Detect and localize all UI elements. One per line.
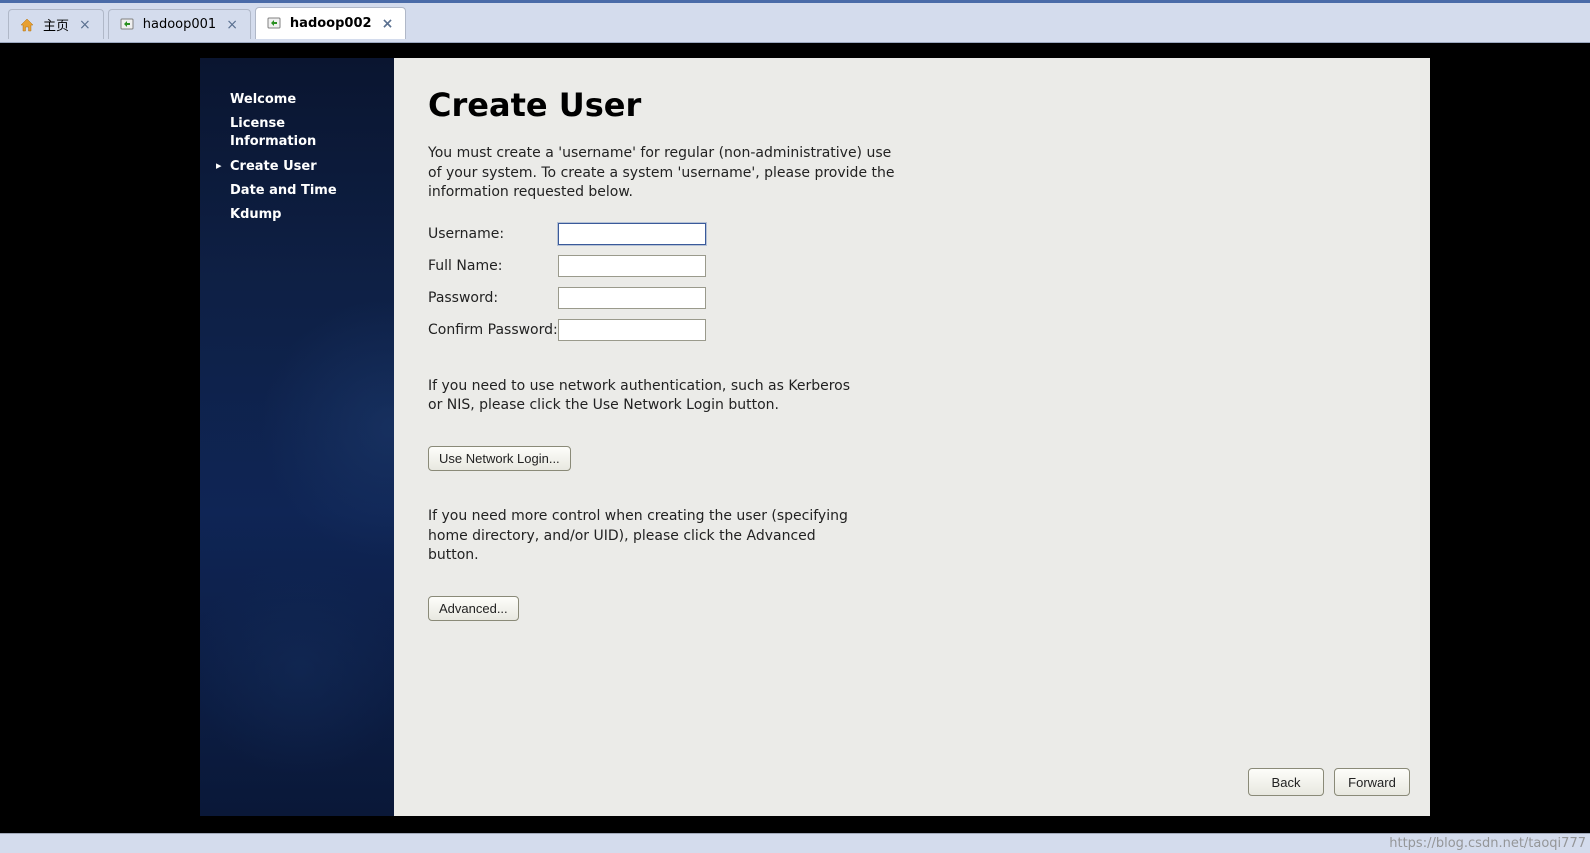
sidebar-item-label: Welcome bbox=[230, 92, 296, 107]
close-icon[interactable]: × bbox=[224, 17, 240, 33]
back-button[interactable]: Back bbox=[1248, 768, 1324, 796]
nav-buttons: Back Forward bbox=[1248, 768, 1410, 796]
sidebar-item-date-time[interactable]: Date and Time bbox=[230, 179, 394, 203]
confirm-label: Confirm Password: bbox=[428, 322, 558, 338]
page-title: Create User bbox=[428, 86, 1396, 124]
sidebar: Welcome License Information Create User … bbox=[200, 58, 394, 816]
sidebar-item-kdump[interactable]: Kdump bbox=[230, 203, 394, 227]
use-network-login-button[interactable]: Use Network Login... bbox=[428, 446, 571, 471]
advanced-info-text: If you need more control when creating t… bbox=[428, 507, 868, 566]
password-label: Password: bbox=[428, 290, 558, 306]
sidebar-item-create-user[interactable]: Create User bbox=[230, 155, 394, 179]
vm-icon bbox=[266, 16, 282, 32]
tab-bar: 主页 × hadoop001 × hadoop002 × bbox=[0, 0, 1590, 43]
fullname-label: Full Name: bbox=[428, 258, 558, 274]
status-bar bbox=[0, 833, 1590, 853]
close-icon[interactable]: × bbox=[380, 16, 396, 32]
password-input[interactable] bbox=[558, 287, 706, 309]
sidebar-item-label: Kdump bbox=[230, 207, 282, 222]
sidebar-item-license[interactable]: License Information bbox=[230, 112, 340, 154]
form-row-confirm: Confirm Password: bbox=[428, 319, 1396, 341]
sidebar-item-label: Create User bbox=[230, 159, 317, 174]
sidebar-item-label: Date and Time bbox=[230, 183, 337, 198]
form-row-fullname: Full Name: bbox=[428, 255, 1396, 277]
close-icon[interactable]: × bbox=[77, 17, 93, 33]
username-label: Username: bbox=[428, 226, 558, 242]
main-panel: Create User You must create a 'username'… bbox=[394, 58, 1430, 816]
confirm-password-input[interactable] bbox=[558, 319, 706, 341]
form-row-password: Password: bbox=[428, 287, 1396, 309]
network-info-text: If you need to use network authenticatio… bbox=[428, 377, 868, 416]
tab-hadoop001[interactable]: hadoop001 × bbox=[108, 9, 251, 39]
forward-button[interactable]: Forward bbox=[1334, 768, 1410, 796]
username-input[interactable] bbox=[558, 223, 706, 245]
vm-container: Welcome License Information Create User … bbox=[0, 43, 1590, 833]
tab-home[interactable]: 主页 × bbox=[8, 9, 104, 39]
fullname-input[interactable] bbox=[558, 255, 706, 277]
home-icon bbox=[19, 17, 35, 33]
tab-label: hadoop002 bbox=[290, 16, 372, 31]
advanced-button[interactable]: Advanced... bbox=[428, 596, 519, 621]
tab-hadoop002[interactable]: hadoop002 × bbox=[255, 7, 406, 39]
form-row-username: Username: bbox=[428, 223, 1396, 245]
tab-label: hadoop001 bbox=[143, 17, 216, 32]
vm-screen: Welcome License Information Create User … bbox=[200, 58, 1430, 816]
intro-text: You must create a 'username' for regular… bbox=[428, 144, 908, 203]
sidebar-item-welcome[interactable]: Welcome bbox=[230, 88, 394, 112]
sidebar-item-label: License Information bbox=[230, 116, 316, 149]
watermark: https://blog.csdn.net/taoqi777 bbox=[1389, 836, 1586, 851]
vm-icon bbox=[119, 17, 135, 33]
tab-label: 主页 bbox=[43, 15, 69, 34]
